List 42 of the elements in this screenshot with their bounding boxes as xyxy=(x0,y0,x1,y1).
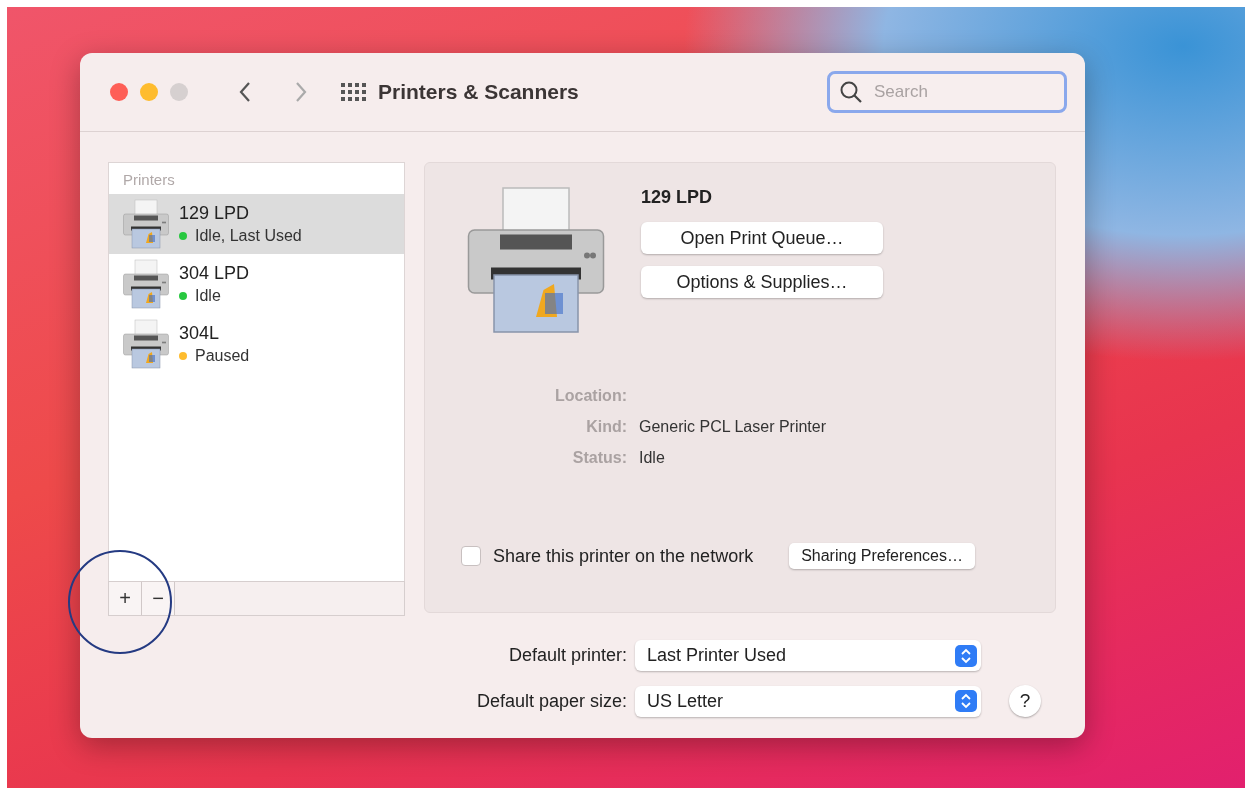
forward-icon[interactable] xyxy=(294,81,308,103)
remove-button[interactable]: − xyxy=(142,582,175,615)
share-checkbox[interactable] xyxy=(461,546,481,566)
setting-label: Default printer: xyxy=(507,645,628,666)
help-button[interactable]: ? xyxy=(1009,685,1041,717)
printer-row[interactable]: 304 LPD Idle xyxy=(109,254,404,314)
stepper-icon xyxy=(955,690,977,712)
add-button[interactable]: + xyxy=(109,582,142,615)
popup-menu[interactable]: Last Printer Used xyxy=(635,640,981,671)
window-title: Printers & Scanners xyxy=(378,80,579,104)
printer-icon xyxy=(121,319,171,369)
back-icon[interactable] xyxy=(238,81,252,103)
zoom-button[interactable] xyxy=(170,83,188,101)
printer-row[interactable]: 304L Paused xyxy=(109,314,404,374)
printer-status: Idle xyxy=(195,287,221,305)
action-button[interactable]: Options & Supplies… xyxy=(641,266,883,298)
printer-name: 129 LPD xyxy=(179,203,251,224)
printer-icon xyxy=(121,259,171,309)
search-field[interactable]: Search xyxy=(827,71,1067,113)
close-button[interactable] xyxy=(110,83,128,101)
field-label: Status: xyxy=(571,449,627,467)
field-label: Location: xyxy=(554,387,627,405)
printer-status: Paused xyxy=(195,347,250,365)
printer-row[interactable]: 129 LPD Idle, Last Used xyxy=(109,194,404,254)
field-value: Generic PCL Laser Printer xyxy=(639,418,828,436)
grid-icon[interactable] xyxy=(340,82,368,102)
list-header: Printers xyxy=(122,170,176,190)
printer-icon xyxy=(121,199,171,249)
setting-label: Default paper size: xyxy=(475,690,628,712)
field-label: Kind: xyxy=(585,418,627,436)
printer-title: 129 LPD xyxy=(641,187,714,208)
field-value: Idle xyxy=(639,449,666,467)
printer-name: 304L xyxy=(179,323,221,344)
popup-menu[interactable]: US Letter xyxy=(635,685,981,717)
action-button[interactable]: Open Print Queue… xyxy=(641,222,883,254)
printer-name: 304 LPD xyxy=(179,263,250,284)
sharing-preferences-button[interactable]: Sharing Preferences… xyxy=(789,543,975,569)
minimize-button[interactable] xyxy=(140,83,158,101)
printer-status: Idle, Last Used xyxy=(195,227,302,245)
share-label: Share this printer on the network xyxy=(493,545,754,567)
search-icon xyxy=(839,80,863,104)
stepper-icon xyxy=(955,644,977,667)
